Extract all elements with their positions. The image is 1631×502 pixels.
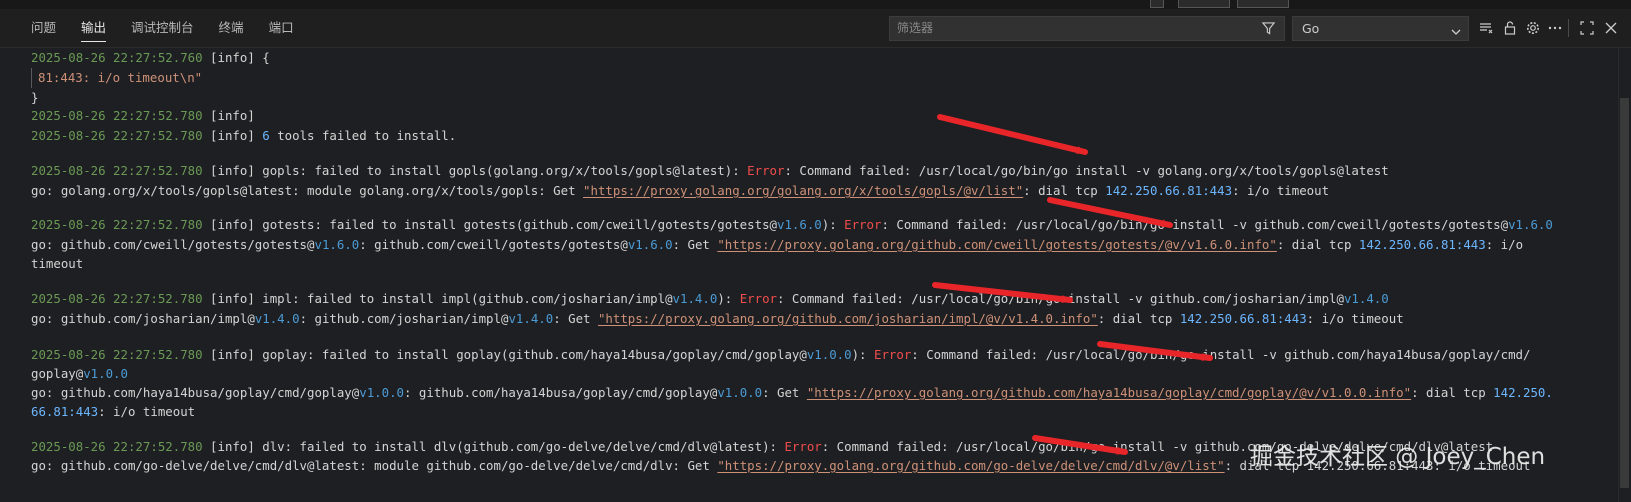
chevron-down-icon [1450,22,1462,45]
tab-output[interactable]: 输出 [81,20,107,42]
log-link[interactable]: "https://proxy.golang.org/golang.org/x/t… [583,183,1023,198]
settings-gear-icon[interactable] [1524,19,1542,37]
window-control[interactable] [1237,0,1289,8]
window-top-strip [0,0,1631,9]
lock-scroll-icon[interactable] [1501,19,1519,37]
log-link[interactable]: "https://proxy.golang.org/github.com/cwe… [717,237,1277,252]
clear-output-icon[interactable] [1477,19,1495,37]
panel-tabs: 问题 输出 调试控制台 终端 端口 [31,20,319,42]
log-line: 66.81:443: i/o timeout [31,404,196,419]
tab-terminal[interactable]: 终端 [219,20,244,42]
tab-debug-console[interactable]: 调试控制台 [131,20,194,42]
window-control[interactable] [1178,0,1230,8]
scrollbar-thumb[interactable] [1620,98,1629,488]
log-line: goplay@v1.0.0 [31,366,128,381]
vertical-scrollbar[interactable] [1618,48,1631,502]
log-line: 81:443: i/o timeout\n" [38,70,203,85]
log-line: go: github.com/josharian/impl@v1.4.0: gi… [31,311,1404,326]
tab-ports[interactable]: 端口 [269,20,294,42]
log-line: timeout [31,256,84,271]
tab-problems[interactable]: 问题 [31,20,56,42]
more-actions-icon[interactable] [1546,19,1564,37]
log-link[interactable]: "https://proxy.golang.org/github.com/hay… [807,385,1411,400]
log-line: 2025-08-26 22:27:52.780 [info] impl: fai… [31,291,1389,306]
log-line: 2025-08-26 22:27:52.760 [info] { [31,50,270,65]
toolbar-divider [1568,19,1569,37]
log-line: go: golang.org/x/tools/gopls@latest: mod… [31,183,1330,198]
maximize-panel-icon[interactable] [1578,19,1596,37]
log-line: 2025-08-26 22:27:52.780 [info] 6 tools f… [31,128,457,143]
filter-placeholder: 筛选器 [897,21,934,35]
log-line: 2025-08-26 22:27:52.780 [info] gotests: … [31,217,1553,232]
log-line: go: github.com/cweill/gotests/gotests@v1… [31,237,1524,252]
output-channel-select[interactable]: Go [1292,16,1469,41]
output-filter-input[interactable]: 筛选器 [889,16,1285,41]
log-line: go: github.com/haya14busa/goplay/cmd/gop… [31,385,1553,400]
channel-select-value: Go [1302,21,1320,36]
panel-header: 问题 输出 调试控制台 终端 端口 筛选器 Go [0,0,1631,48]
log-line: } [31,90,39,105]
log-line: 2025-08-26 22:27:52.780 [info] goplay: f… [31,347,1531,362]
close-panel-icon[interactable] [1602,19,1620,37]
json-indent-guide [31,68,32,88]
watermark: 掘金技术社区 @ Joey_Chen [1250,444,1546,470]
output-log[interactable]: 2025-08-26 22:27:52.760 [info] { 81:443:… [0,48,1610,502]
window-control[interactable] [1150,0,1164,8]
log-link[interactable]: "https://proxy.golang.org/github.com/jos… [598,311,1098,326]
funnel-filter-icon[interactable] [1261,21,1276,44]
log-line: 2025-08-26 22:27:52.780 [info] gopls: fa… [31,163,1389,178]
log-line: 2025-08-26 22:27:52.780 [info] [31,108,255,123]
log-link[interactable]: "https://proxy.golang.org/github.com/go-… [717,458,1224,473]
